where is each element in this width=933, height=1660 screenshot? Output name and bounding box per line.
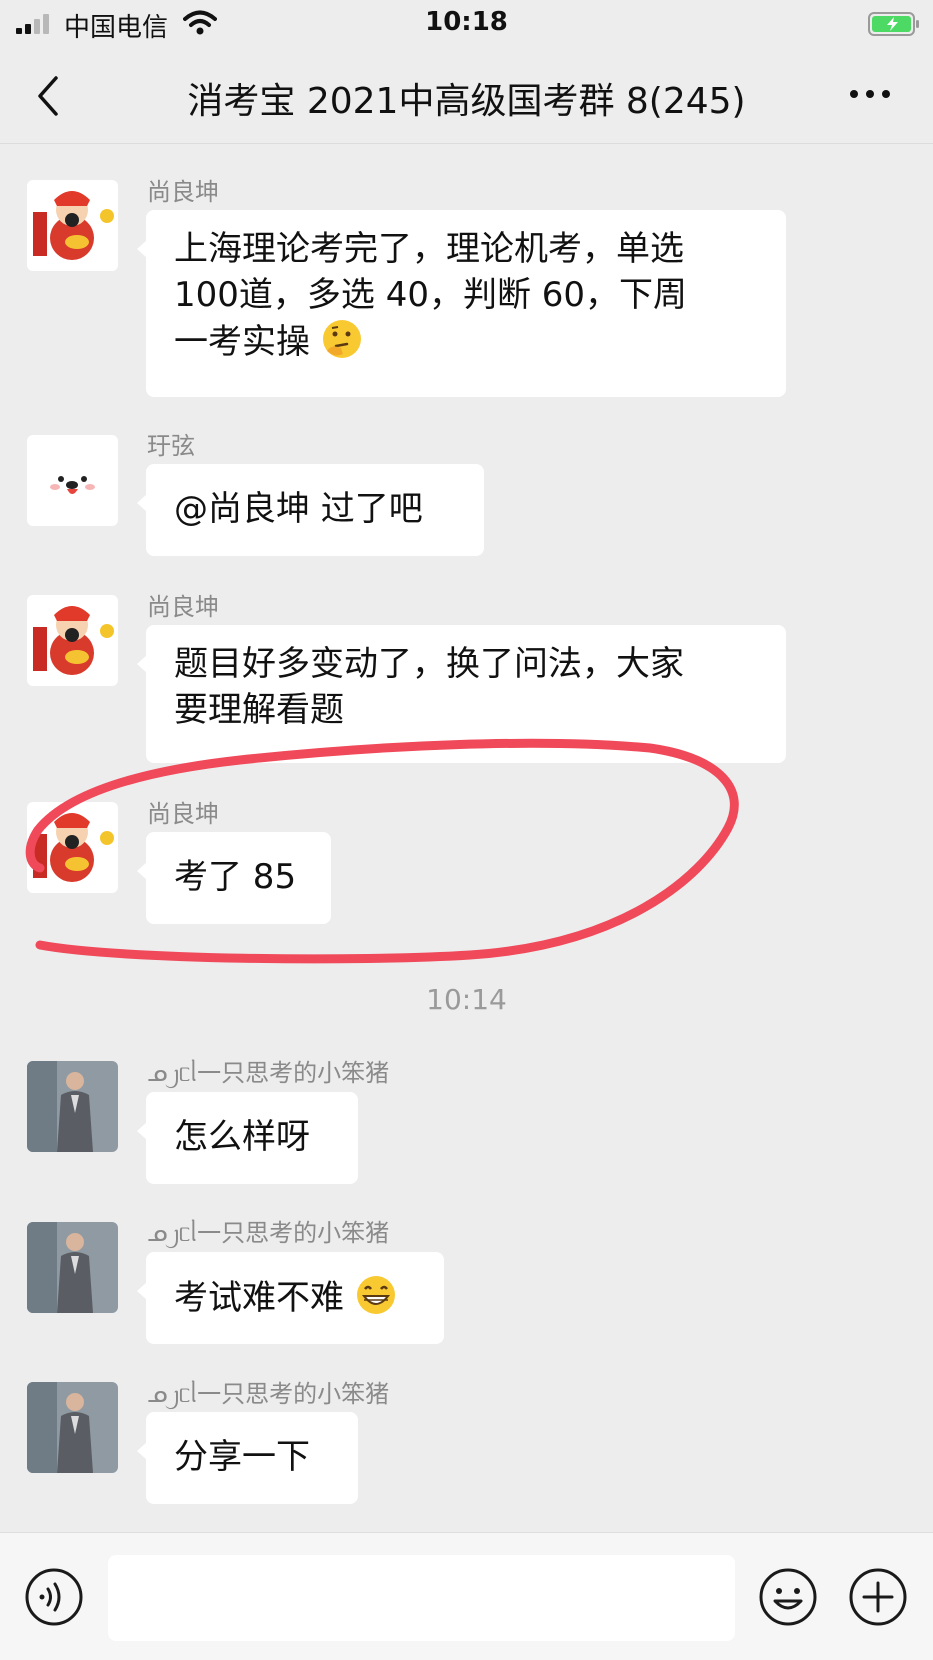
message-bubble[interactable]: 分享一下 (137, 1412, 358, 1504)
man-in-suit-avatar (27, 1382, 118, 1473)
avatar[interactable] (27, 1382, 118, 1473)
message-bubble[interactable]: @尚良坤 过了吧 (137, 464, 484, 556)
sender-name: ᓄ᧒ᥴᥣ一只思考的小笨猪 (147, 1219, 390, 1247)
grinning-face-emoji (356, 1276, 395, 1314)
message-text: 考了 85 (174, 857, 297, 897)
message-text: @尚良坤 过了吧 (174, 489, 423, 529)
message-text: 上海理论考完了，理论机考，单选 (174, 229, 684, 269)
message-bubble[interactable]: 考了 85 (137, 832, 331, 924)
chat-title: 消考宝 2021中高级国考群 8(245) (187, 81, 746, 122)
avatar[interactable] (27, 1222, 118, 1313)
plus-icon[interactable] (848, 1567, 908, 1627)
bear-face-avatar (27, 435, 118, 526)
message-text: 100道，多选 40，判断 60，下周 (174, 275, 688, 315)
message-text: 考试难不难 (174, 1278, 344, 1318)
sender-name: 尚良坤 (147, 800, 219, 828)
avatar[interactable] (27, 180, 118, 271)
sender-name: 玗弦 (147, 432, 195, 460)
message-text: 分享一下 (174, 1437, 310, 1477)
input-bar (0, 1532, 933, 1660)
god-of-wealth-avatar (27, 802, 118, 893)
man-in-suit-avatar (27, 1061, 118, 1152)
avatar[interactable] (27, 595, 118, 686)
avatar[interactable] (27, 435, 118, 526)
message-bubble[interactable]: 题目好多变动了，换了问法，大家 要理解看题 (137, 625, 786, 763)
message-bubble[interactable]: 怎么样呀 (137, 1092, 358, 1184)
chat-header: 消考宝 2021中高级国考群 8(245) (0, 48, 933, 144)
voice-icon[interactable] (24, 1567, 84, 1627)
avatar[interactable] (27, 1061, 118, 1152)
message-text: 怎么样呀 (174, 1117, 310, 1157)
clock: 10:18 (425, 7, 508, 37)
sender-name: ᓄ᧒ᥴᥣ一只思考的小笨猪 (147, 1059, 390, 1087)
more-icon[interactable] (848, 86, 892, 102)
battery-charging-icon (868, 12, 919, 36)
message-text: 要理解看题 (174, 690, 344, 730)
message-input[interactable] (108, 1555, 735, 1641)
sender-name: ᓄ᧒ᥴᥣ一只思考的小笨猪 (147, 1380, 390, 1408)
god-of-wealth-avatar (27, 180, 118, 271)
emoji-icon[interactable] (758, 1567, 818, 1627)
message-bubble[interactable]: 考试难不难 (137, 1252, 444, 1344)
time-separator: 10:14 (426, 983, 507, 1016)
status-bar: 中国电信 10:18 (0, 0, 933, 48)
avatar[interactable] (27, 802, 118, 893)
thinking-face-emoji (322, 320, 361, 358)
message-text: 一考实操 (174, 322, 310, 362)
sender-name: 尚良坤 (147, 593, 219, 621)
message-text: 题目好多变动了，换了问法，大家 (174, 644, 684, 684)
man-in-suit-avatar (27, 1222, 118, 1313)
god-of-wealth-avatar (27, 595, 118, 686)
message-bubble[interactable]: 上海理论考完了，理论机考，单选 100道，多选 40，判断 60，下周 一考实操 (137, 210, 786, 397)
sender-name: 尚良坤 (147, 178, 219, 206)
